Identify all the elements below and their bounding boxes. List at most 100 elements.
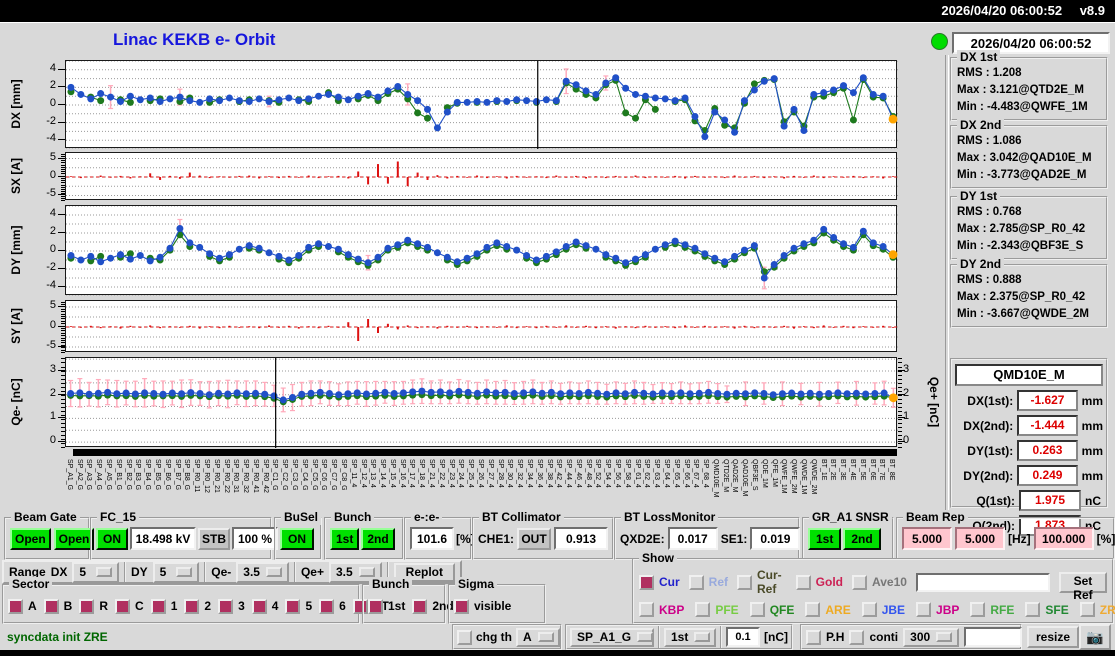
checkbox[interactable] — [916, 602, 932, 617]
checkbox[interactable] — [285, 598, 301, 614]
fc15-on-button[interactable]: ON — [96, 527, 128, 550]
sector-1[interactable]: 1 — [150, 598, 177, 614]
sector-6[interactable]: 6 — [319, 598, 346, 614]
bunch-gate-label: Bunch — [331, 510, 375, 525]
screenshot-button[interactable]: 📷 — [1079, 624, 1111, 650]
checkbox[interactable] — [1079, 602, 1095, 617]
checkbox[interactable] — [861, 602, 877, 617]
chg-th-checkbox[interactable] — [457, 629, 472, 645]
show-option-gold[interactable]: Gold — [795, 574, 843, 590]
checkbox[interactable] — [454, 598, 469, 614]
bunch-2nd-button[interactable]: 2nd — [361, 527, 395, 550]
checkbox[interactable] — [43, 598, 59, 614]
fc15-stb-button[interactable]: STB — [198, 527, 230, 550]
gr-a1-1st-button[interactable]: 1st — [808, 527, 842, 550]
show-option-ave10[interactable]: Ave10 — [852, 574, 907, 590]
beam-rep-field-1[interactable] — [902, 527, 952, 550]
overlay-option-rfe[interactable]: RFE — [970, 602, 1014, 617]
sector-5[interactable]: 5 — [285, 598, 312, 614]
show-option-cur-ref[interactable]: Cur-Ref — [737, 568, 787, 596]
checkbox[interactable] — [218, 598, 234, 614]
bpm-x-label: QWFE_2M — [790, 459, 798, 494]
checkbox[interactable] — [852, 574, 867, 590]
sector-3[interactable]: 3 — [218, 598, 245, 614]
bpm-x-label: SP_28_4 — [496, 459, 504, 488]
overlay-option-sfe[interactable]: SFE — [1025, 602, 1069, 617]
fc15-kv-field[interactable] — [130, 527, 196, 550]
checkbox[interactable] — [695, 602, 711, 617]
sigma-panel: Sigma visible — [448, 577, 546, 624]
sigma-visible[interactable]: visible — [454, 598, 511, 614]
checkbox[interactable] — [79, 598, 95, 614]
checkbox[interactable] — [251, 598, 267, 614]
bpm-x-label: SP_17_4 — [408, 459, 416, 488]
stat-line: RMS : 1.086 — [957, 135, 1022, 147]
che1-value-field[interactable] — [554, 527, 608, 550]
bpm-x-label: SP_68_4 — [702, 459, 710, 488]
checkbox[interactable] — [1025, 602, 1041, 617]
checkbox[interactable] — [150, 598, 166, 614]
che1-out-button[interactable]: OUT — [517, 527, 551, 550]
gr-a1-2nd-button[interactable]: 2nd — [843, 527, 881, 550]
range-dx-select[interactable]: 5 — [72, 561, 119, 583]
conti-checkbox[interactable] — [849, 629, 865, 645]
overlay-option-are[interactable]: ARE — [805, 602, 851, 617]
bpm-x-label: SP_32_4 — [516, 459, 524, 488]
checkbox[interactable] — [970, 602, 986, 617]
beam-rep-field-2[interactable] — [955, 527, 1005, 550]
checkbox[interactable] — [319, 598, 335, 614]
overlay-option-jbp[interactable]: JBP — [916, 602, 959, 617]
overlay-option-pfe[interactable]: PFE — [695, 602, 739, 617]
checkbox[interactable] — [749, 602, 765, 617]
bpm-select[interactable]: SP_A1_G — [570, 627, 654, 647]
qxd2e-field[interactable] — [667, 527, 718, 550]
count-select[interactable]: 300 — [903, 627, 960, 647]
beam-rep-field-3[interactable] — [1033, 527, 1094, 550]
overlay-option-kbp[interactable]: KBP — [639, 602, 684, 617]
checkbox[interactable] — [8, 598, 23, 614]
checkbox[interactable] — [115, 598, 131, 614]
sector-label: C — [135, 599, 144, 613]
checkbox[interactable] — [412, 598, 428, 614]
ref-file-input[interactable] — [915, 572, 1050, 592]
status-message: syncdata init ZRE — [7, 630, 108, 644]
bunch-1st[interactable]: 1st — [368, 598, 405, 614]
bunch-1st-button[interactable]: 1st — [330, 527, 360, 550]
bunch-select[interactable]: 1st — [664, 627, 716, 647]
se1-field[interactable] — [750, 527, 801, 550]
sector-a[interactable]: A — [8, 598, 37, 614]
blank-field[interactable] — [964, 627, 1023, 647]
checkbox[interactable] — [795, 574, 811, 590]
threshold-field[interactable] — [726, 627, 760, 647]
show-option-cur[interactable]: Cur — [639, 574, 680, 590]
show-option-ref[interactable]: Ref — [688, 574, 728, 590]
checkbox[interactable] — [368, 598, 383, 614]
checkbox[interactable] — [184, 598, 200, 614]
checkbox[interactable] — [805, 602, 821, 617]
checkbox[interactable] — [688, 574, 704, 590]
range-dy-select[interactable]: 5 — [152, 561, 200, 583]
overlay-option-zre[interactable]: ZRE — [1079, 602, 1115, 617]
bpm-x-label: BT_5E — [858, 459, 866, 481]
busel-on-button[interactable]: ON — [280, 527, 314, 550]
set-ref-button[interactable]: Set Ref — [1058, 571, 1107, 602]
checkbox[interactable] — [737, 574, 753, 590]
sector-select[interactable]: A — [516, 627, 560, 647]
ee-ratio-field[interactable] — [410, 527, 454, 550]
range-qeminus-select[interactable]: 3.5 — [236, 561, 289, 583]
sector-2[interactable]: 2 — [184, 598, 211, 614]
checkbox[interactable] — [639, 602, 654, 617]
beam-gate-open2-button[interactable]: Open — [53, 527, 95, 550]
sector-b[interactable]: B — [43, 598, 72, 614]
sector-c[interactable]: C — [115, 598, 144, 614]
fc15-percent-field[interactable] — [232, 527, 278, 550]
ph-checkbox[interactable] — [806, 629, 821, 645]
beam-gate-open1-button[interactable]: Open — [10, 527, 51, 550]
overlay-option-jbe[interactable]: JBE — [861, 602, 905, 617]
sector-4[interactable]: 4 — [251, 598, 278, 614]
checkbox[interactable] — [639, 574, 654, 590]
resize-button[interactable]: resize — [1027, 626, 1080, 648]
sector-r[interactable]: R — [79, 598, 108, 614]
bpm-x-label: BT_4E — [848, 459, 856, 481]
overlay-option-qfe[interactable]: QFE — [749, 602, 794, 617]
